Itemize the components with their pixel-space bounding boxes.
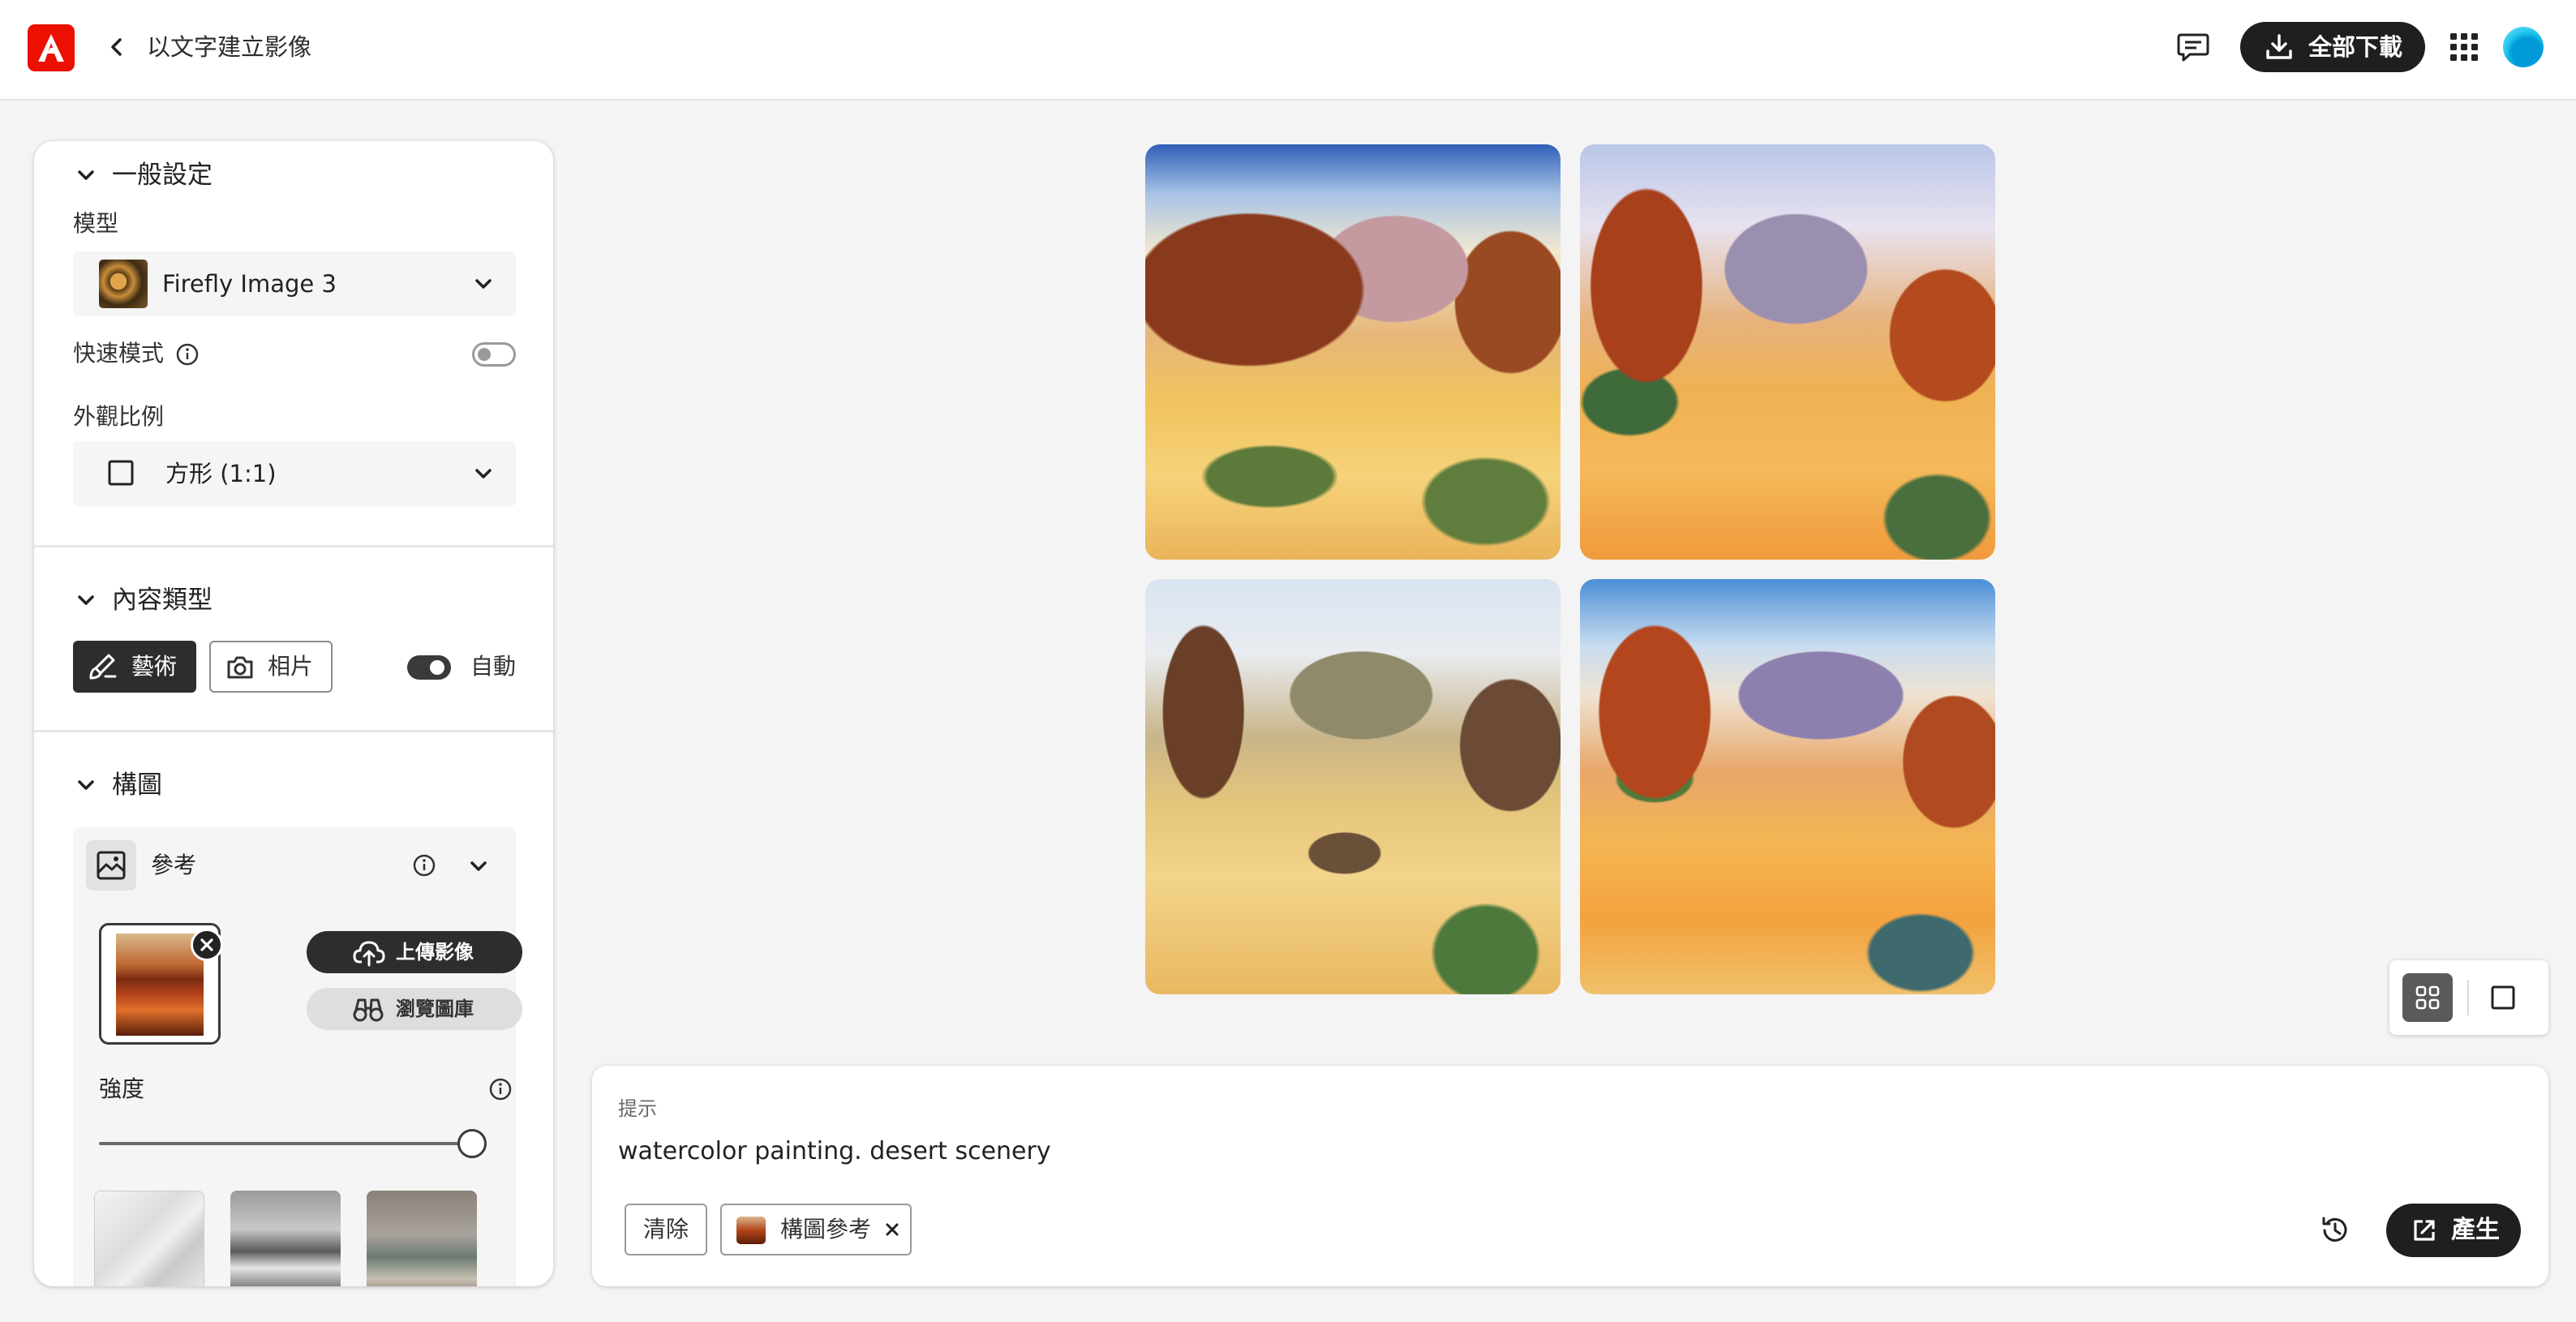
generated-image-3[interactable] (1145, 579, 1561, 994)
chevron-left-icon (111, 38, 122, 56)
content-type-header[interactable]: 內容類型 (75, 584, 213, 616)
strength-label: 強度 (99, 1075, 145, 1102)
chip-thumbnail (736, 1217, 766, 1244)
chevron-down-icon (78, 595, 94, 605)
chevron-down-icon[interactable] (467, 855, 490, 878)
single-view-button[interactable] (2485, 980, 2521, 1015)
auto-label: 自動 (470, 653, 517, 680)
chevron-down-icon (475, 469, 492, 479)
info-icon[interactable] (412, 853, 436, 878)
camera-icon (227, 656, 253, 679)
apps-grid-icon (2450, 33, 2478, 61)
cloud-upload-icon (353, 941, 385, 967)
generated-image-2[interactable] (1580, 144, 1995, 560)
download-all-label: 全部下載 (2308, 33, 2403, 61)
model-value: Firefly Image 3 (162, 270, 337, 298)
browse-gallery-button[interactable]: 瀏覽圖庫 (307, 988, 522, 1030)
generate-icon (2414, 1220, 2435, 1241)
info-icon[interactable] (175, 342, 200, 367)
user-avatar[interactable] (2503, 27, 2544, 67)
brush-icon (89, 654, 117, 680)
download-all-button[interactable]: 全部下載 (2240, 22, 2425, 72)
strength-slider-handle[interactable] (457, 1129, 487, 1158)
close-icon[interactable] (884, 1221, 900, 1238)
content-type-heading: 內容類型 (112, 586, 213, 615)
adobe-logo-mark (38, 34, 64, 62)
remove-reference-button[interactable] (191, 929, 223, 961)
aspect-ratio-label: 外觀比例 (73, 403, 165, 430)
close-icon (200, 938, 213, 951)
divider (34, 545, 553, 547)
apps-button[interactable] (2448, 31, 2480, 63)
generated-image-4[interactable] (1580, 579, 1995, 994)
model-select[interactable]: Firefly Image 3 (73, 251, 516, 316)
binoculars-icon (353, 998, 384, 1022)
photo-button[interactable]: 相片 (209, 641, 333, 693)
view-toggle-divider (2467, 980, 2469, 1015)
chip-label: 構圖參考 (780, 1216, 872, 1243)
composition-reference-chip[interactable]: 構圖參考 (720, 1204, 912, 1255)
prompt-panel: 提示 watercolor painting. desert scenery 清… (592, 1066, 2548, 1286)
strength-slider-track[interactable] (99, 1142, 462, 1145)
reference-label: 參考 (151, 852, 197, 878)
page-title: 以文字建立影像 (147, 33, 312, 61)
composition-header[interactable]: 構圖 (75, 769, 162, 801)
single-view-icon (2491, 985, 2515, 1010)
view-toggle (2389, 960, 2548, 1035)
back-button[interactable] (104, 32, 131, 62)
download-icon (2266, 34, 2292, 59)
general-settings-header[interactable]: 一般設定 (75, 159, 213, 191)
generate-button[interactable]: 產生 (2386, 1204, 2521, 1257)
general-settings-heading: 一般設定 (112, 161, 213, 190)
clear-button[interactable]: 清除 (625, 1204, 707, 1255)
generate-label: 產生 (2451, 1216, 2500, 1244)
fast-mode-label: 快速模式 (73, 340, 165, 367)
aspect-ratio-select[interactable]: 方形 (1:1) (73, 441, 516, 506)
grid-view-button[interactable] (2402, 973, 2453, 1022)
preset-sketch-bird[interactable] (94, 1191, 204, 1286)
model-label: 模型 (73, 210, 119, 237)
feedback-button[interactable] (2175, 31, 2211, 63)
preset-interior[interactable] (367, 1191, 477, 1286)
upload-image-button[interactable]: 上傳影像 (307, 931, 522, 973)
prompt-input[interactable]: watercolor painting. desert scenery (618, 1135, 1051, 1168)
photo-label: 相片 (268, 653, 314, 680)
browse-gallery-label: 瀏覽圖庫 (396, 998, 474, 1020)
upload-image-label: 上傳影像 (396, 941, 474, 964)
chat-icon (2177, 33, 2209, 62)
reference-icon-box (86, 840, 136, 891)
chevron-down-icon (78, 780, 94, 790)
grid-view-icon (2415, 985, 2440, 1010)
reference-thumbnail[interactable] (99, 923, 223, 1045)
history-button[interactable] (2318, 1213, 2352, 1247)
history-icon (2322, 1217, 2347, 1242)
art-button[interactable]: 藝術 (73, 641, 196, 693)
prompt-label: 提示 (618, 1097, 657, 1120)
info-icon[interactable] (488, 1077, 513, 1101)
adobe-logo[interactable] (28, 24, 75, 71)
square-icon (108, 460, 134, 486)
aspect-ratio-value: 方形 (1:1) (165, 460, 277, 487)
fast-mode-toggle[interactable] (472, 342, 516, 367)
generated-image-1[interactable] (1145, 144, 1561, 560)
art-label: 藝術 (131, 653, 178, 680)
chevron-down-icon (78, 170, 94, 180)
divider (34, 730, 553, 732)
chevron-down-icon (475, 279, 492, 289)
settings-panel: 一般設定 模型 Firefly Image 3 快速模式 外觀比例 方形 (1:… (34, 141, 553, 1286)
reference-image-icon (97, 851, 126, 880)
composition-panel: 參考 上傳影像 瀏覽圖庫 強度 (73, 827, 522, 1286)
top-bar: 以文字建立影像 全部下載 (0, 0, 2576, 101)
auto-toggle[interactable] (407, 655, 451, 680)
preset-landscape-bw[interactable] (230, 1191, 341, 1286)
composition-heading: 構圖 (112, 770, 162, 800)
model-thumbnail (99, 260, 148, 308)
